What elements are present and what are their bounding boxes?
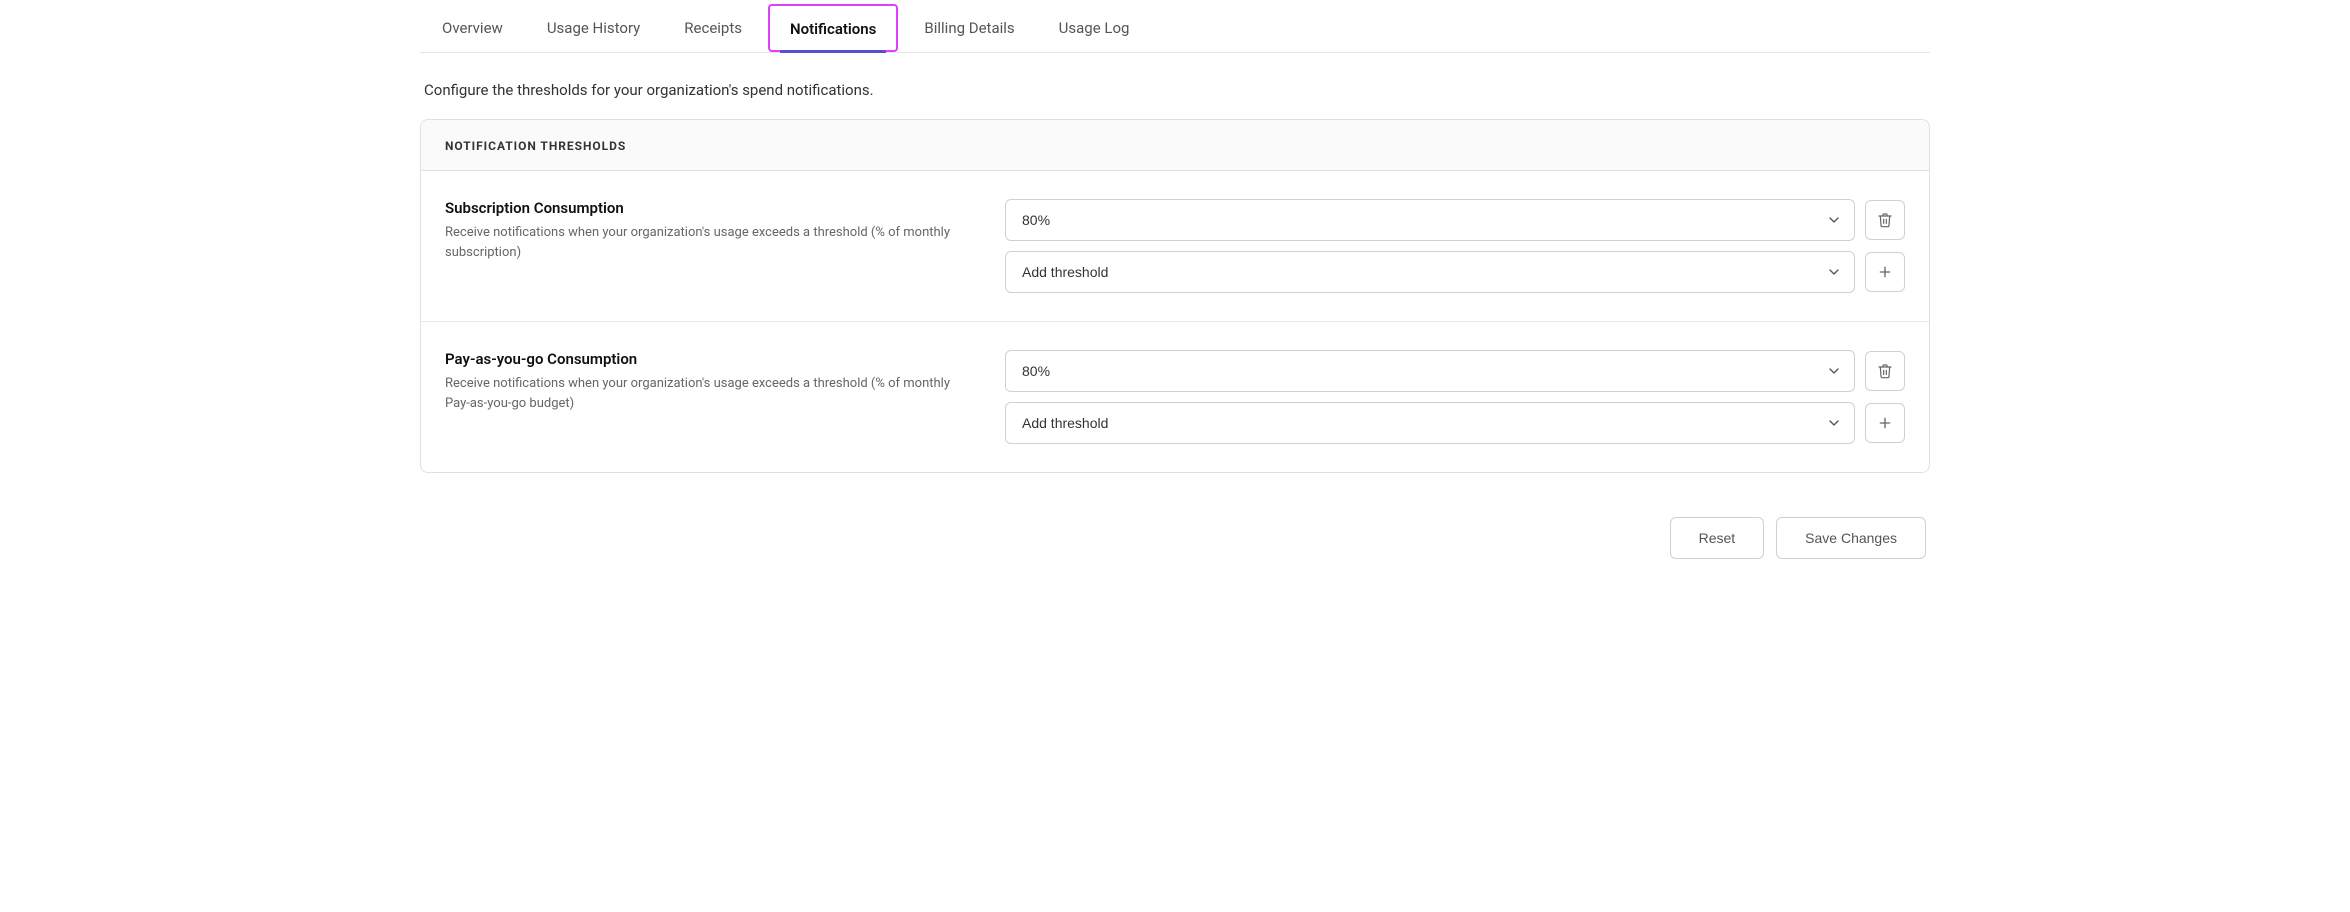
subscription-threshold-2-add-button[interactable] [1865, 252, 1905, 292]
subscription-section: Subscription Consumption Receive notific… [421, 171, 1929, 322]
payg-threshold-2-row: Add threshold 50% 60% 70% 80% 90% 100% [1005, 402, 1905, 444]
payg-desc: Receive notifications when your organiza… [445, 374, 965, 413]
tab-notifications[interactable]: Notifications [768, 4, 898, 52]
subscription-title: Subscription Consumption [445, 199, 965, 217]
subscription-threshold-2-select[interactable]: Add threshold 50% 60% 70% 80% 90% 100% [1005, 251, 1855, 293]
plus-icon [1877, 264, 1893, 280]
tab-receipts[interactable]: Receipts [662, 1, 764, 51]
reset-button[interactable]: Reset [1670, 517, 1765, 559]
plus-icon [1877, 415, 1893, 431]
tab-billing-details[interactable]: Billing Details [902, 1, 1036, 51]
payg-threshold-1-row: 50% 60% 70% 80% 90% 100% [1005, 350, 1905, 392]
footer-actions: Reset Save Changes [420, 497, 1930, 569]
payg-title: Pay-as-you-go Consumption [445, 350, 965, 368]
subscription-desc: Receive notifications when your organiza… [445, 223, 965, 262]
thresholds-card: NOTIFICATION THRESHOLDS Subscription Con… [420, 119, 1930, 473]
card-header: NOTIFICATION THRESHOLDS [421, 120, 1929, 171]
payg-threshold-2-select[interactable]: Add threshold 50% 60% 70% 80% 90% 100% [1005, 402, 1855, 444]
payg-threshold-2-add-button[interactable] [1865, 403, 1905, 443]
tab-usage-history[interactable]: Usage History [525, 1, 662, 51]
tab-overview[interactable]: Overview [420, 1, 525, 51]
subscription-right: 50% 60% 70% 80% 90% 100% [1005, 199, 1905, 293]
payg-threshold-1-select[interactable]: 50% 60% 70% 80% 90% 100% [1005, 350, 1855, 392]
subscription-threshold-1-delete-button[interactable] [1865, 200, 1905, 240]
payg-right: 50% 60% 70% 80% 90% 100% [1005, 350, 1905, 444]
trash-icon [1877, 363, 1893, 379]
subscription-threshold-1-select[interactable]: 50% 60% 70% 80% 90% 100% [1005, 199, 1855, 241]
trash-icon [1877, 212, 1893, 228]
payg-left: Pay-as-you-go Consumption Receive notifi… [445, 350, 965, 413]
subscription-threshold-1-row: 50% 60% 70% 80% 90% 100% [1005, 199, 1905, 241]
subscription-left: Subscription Consumption Receive notific… [445, 199, 965, 262]
page-description: Configure the thresholds for your organi… [420, 53, 1930, 119]
tab-usage-log[interactable]: Usage Log [1037, 1, 1152, 51]
save-changes-button[interactable]: Save Changes [1776, 517, 1926, 559]
tabs-bar: Overview Usage History Receipts Notifica… [420, 0, 1930, 53]
card-header-title: NOTIFICATION THRESHOLDS [445, 139, 626, 153]
subscription-threshold-2-row: Add threshold 50% 60% 70% 80% 90% 100% [1005, 251, 1905, 293]
payg-threshold-1-delete-button[interactable] [1865, 351, 1905, 391]
payg-section: Pay-as-you-go Consumption Receive notifi… [421, 322, 1929, 472]
